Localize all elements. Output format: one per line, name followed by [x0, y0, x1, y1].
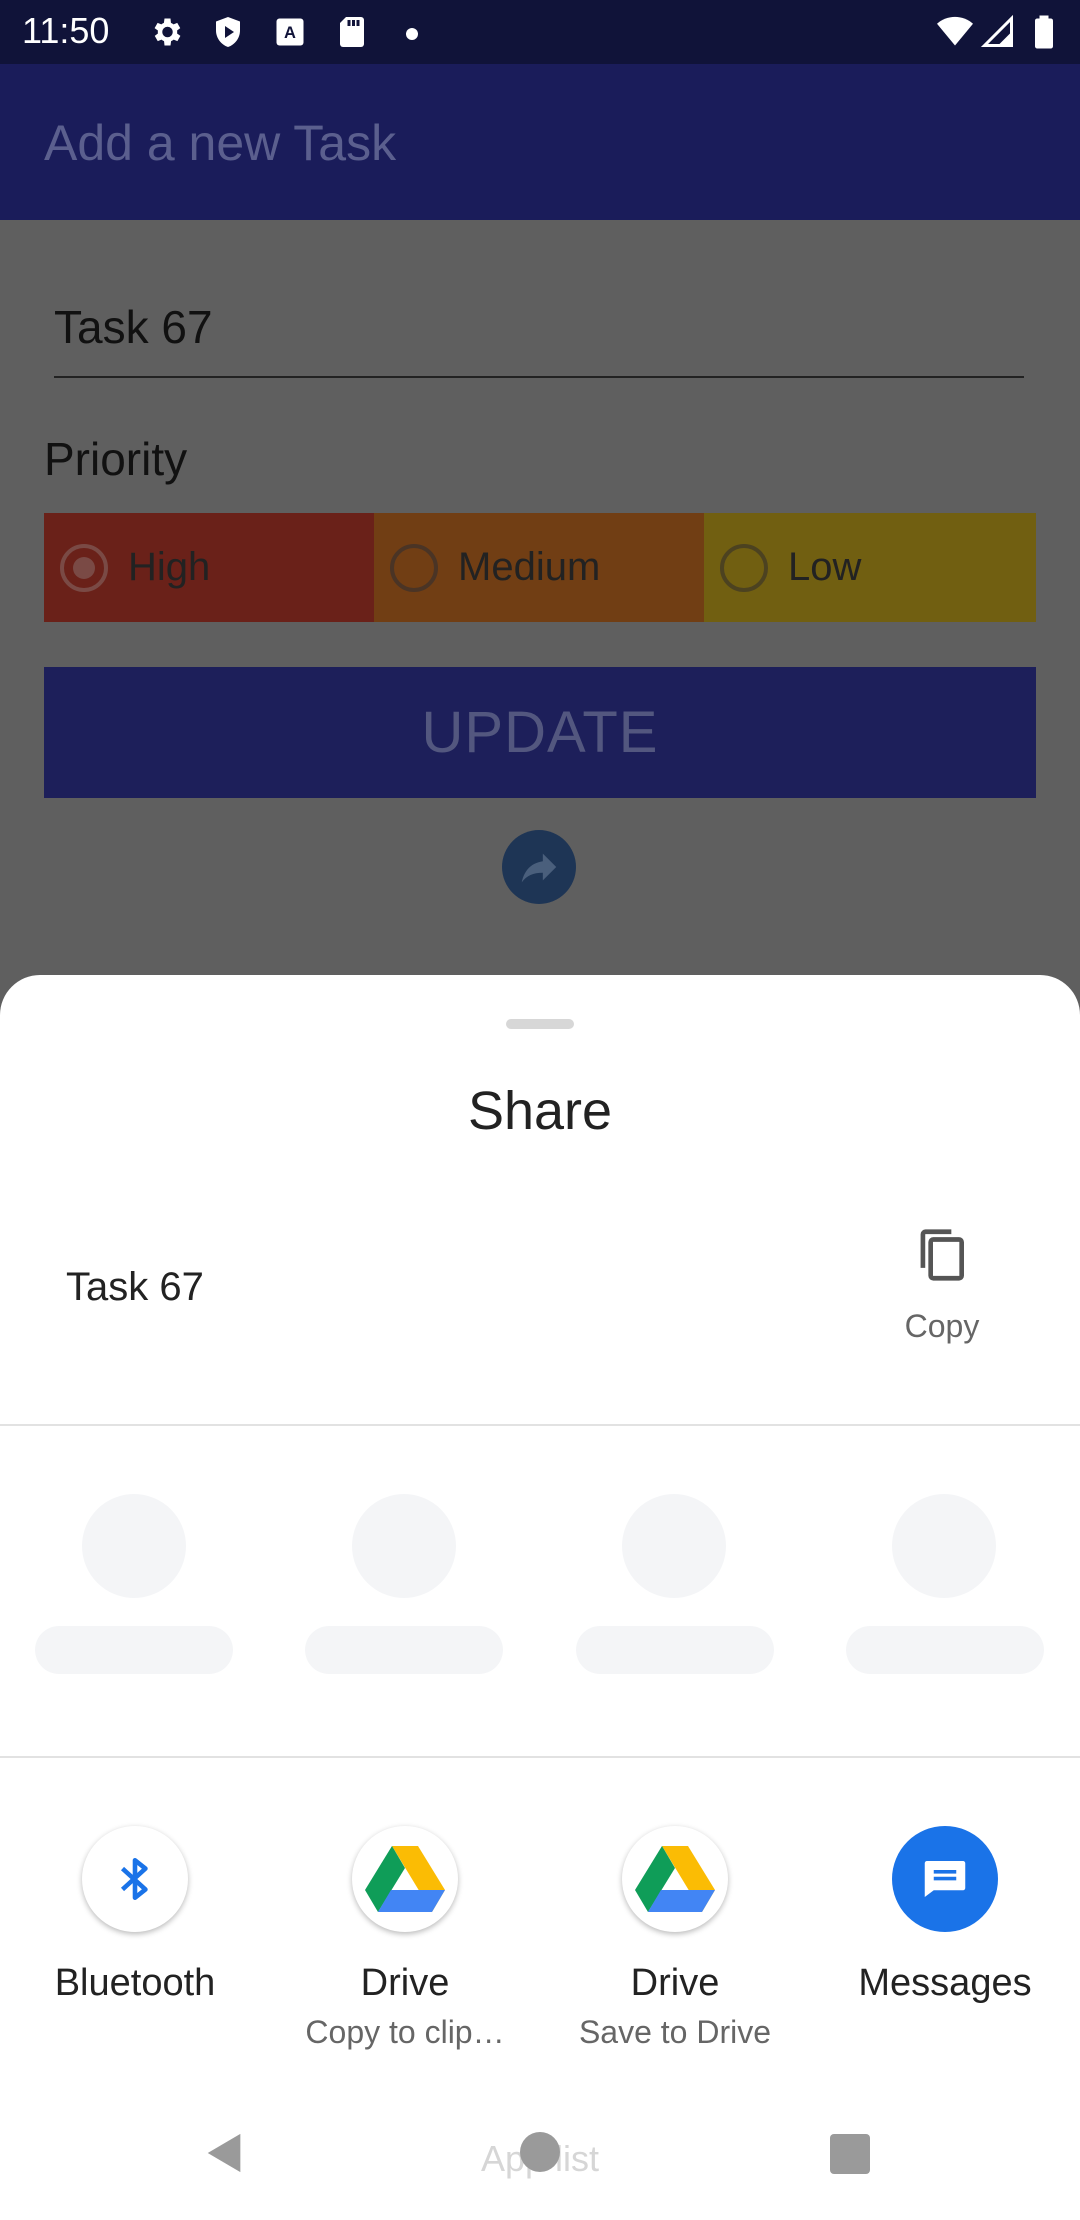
- radio-selected-icon: [60, 543, 108, 592]
- task-name-underline: [54, 376, 1024, 378]
- divider: [0, 1424, 1080, 1426]
- priority-medium-radio[interactable]: Medium: [374, 513, 704, 622]
- priority-low-label: Low: [788, 545, 862, 589]
- status-bar: 11:50 A: [0, 0, 1080, 64]
- shared-text-preview: Task 67: [66, 1265, 204, 1309]
- google-drive-icon: [352, 1826, 458, 1932]
- app-bar: Add a new Task: [0, 64, 1080, 220]
- priority-label: Priority: [44, 433, 188, 485]
- loading-placeholder-avatar: [352, 1494, 456, 1598]
- share-target-label: Messages: [858, 1962, 1032, 2004]
- share-target-drive-copy[interactable]: Drive Copy to clip…: [280, 1800, 530, 2080]
- back-icon[interactable]: [202, 2130, 248, 2176]
- loading-placeholder-label: [35, 1626, 233, 1674]
- share-target-sublabel: Save to Drive: [578, 2014, 772, 2050]
- share-arrow-icon: [521, 853, 557, 883]
- radio-unselected-icon: [720, 543, 768, 592]
- share-target-bluetooth[interactable]: Bluetooth: [10, 1800, 260, 2060]
- a-box-icon: A: [276, 18, 304, 46]
- copy-button[interactable]: Copy: [880, 1212, 1004, 1352]
- task-name-field[interactable]: Task 67: [54, 300, 213, 354]
- divider: [0, 1756, 1080, 1758]
- share-target-messages[interactable]: Messages: [820, 1800, 1070, 2060]
- loading-placeholder-label: [846, 1626, 1044, 1674]
- sheet-drag-handle[interactable]: [506, 1019, 574, 1029]
- status-time: 11:50: [22, 10, 110, 51]
- gear-icon: [154, 18, 181, 46]
- sdcard-icon: [340, 17, 364, 47]
- priority-low-radio[interactable]: Low: [704, 513, 1036, 622]
- update-button[interactable]: UPDATE: [44, 667, 1036, 798]
- loading-placeholder-avatar: [892, 1494, 996, 1598]
- share-target-label: Bluetooth: [54, 1962, 216, 2004]
- radio-unselected-icon: [390, 543, 438, 592]
- recents-icon[interactable]: [830, 2134, 870, 2174]
- share-target-sublabel: Copy to clip…: [305, 2014, 505, 2050]
- loading-placeholder-label: [305, 1626, 503, 1674]
- bluetooth-icon: [82, 1826, 188, 1932]
- page-title: Add a new Task: [44, 115, 397, 171]
- share-target-drive-save[interactable]: Drive Save to Drive: [550, 1800, 800, 2080]
- messages-icon: [892, 1826, 998, 1932]
- wifi-icon: [937, 16, 973, 46]
- loading-placeholder-label: [576, 1626, 774, 1674]
- copy-label: Copy: [904, 1308, 980, 1344]
- loading-placeholder-avatar: [82, 1494, 186, 1598]
- share-target-label: Drive: [630, 1962, 720, 2004]
- home-icon[interactable]: [520, 2132, 560, 2172]
- priority-medium-label: Medium: [458, 545, 601, 589]
- priority-high-label: High: [128, 545, 211, 589]
- share-target-label: Drive: [360, 1962, 450, 2004]
- notification-dot-icon: [406, 28, 418, 40]
- share-fab-button[interactable]: [502, 830, 576, 904]
- battery-icon: [1035, 15, 1053, 49]
- shield-icon: [216, 17, 240, 47]
- priority-high-radio[interactable]: High: [44, 513, 374, 622]
- svg-text:A: A: [284, 24, 296, 42]
- copy-icon: [920, 1229, 964, 1281]
- google-drive-icon: [622, 1826, 728, 1932]
- signal-icon: [980, 14, 1013, 47]
- loading-placeholder-avatar: [622, 1494, 726, 1598]
- share-title: Share: [467, 1081, 613, 1141]
